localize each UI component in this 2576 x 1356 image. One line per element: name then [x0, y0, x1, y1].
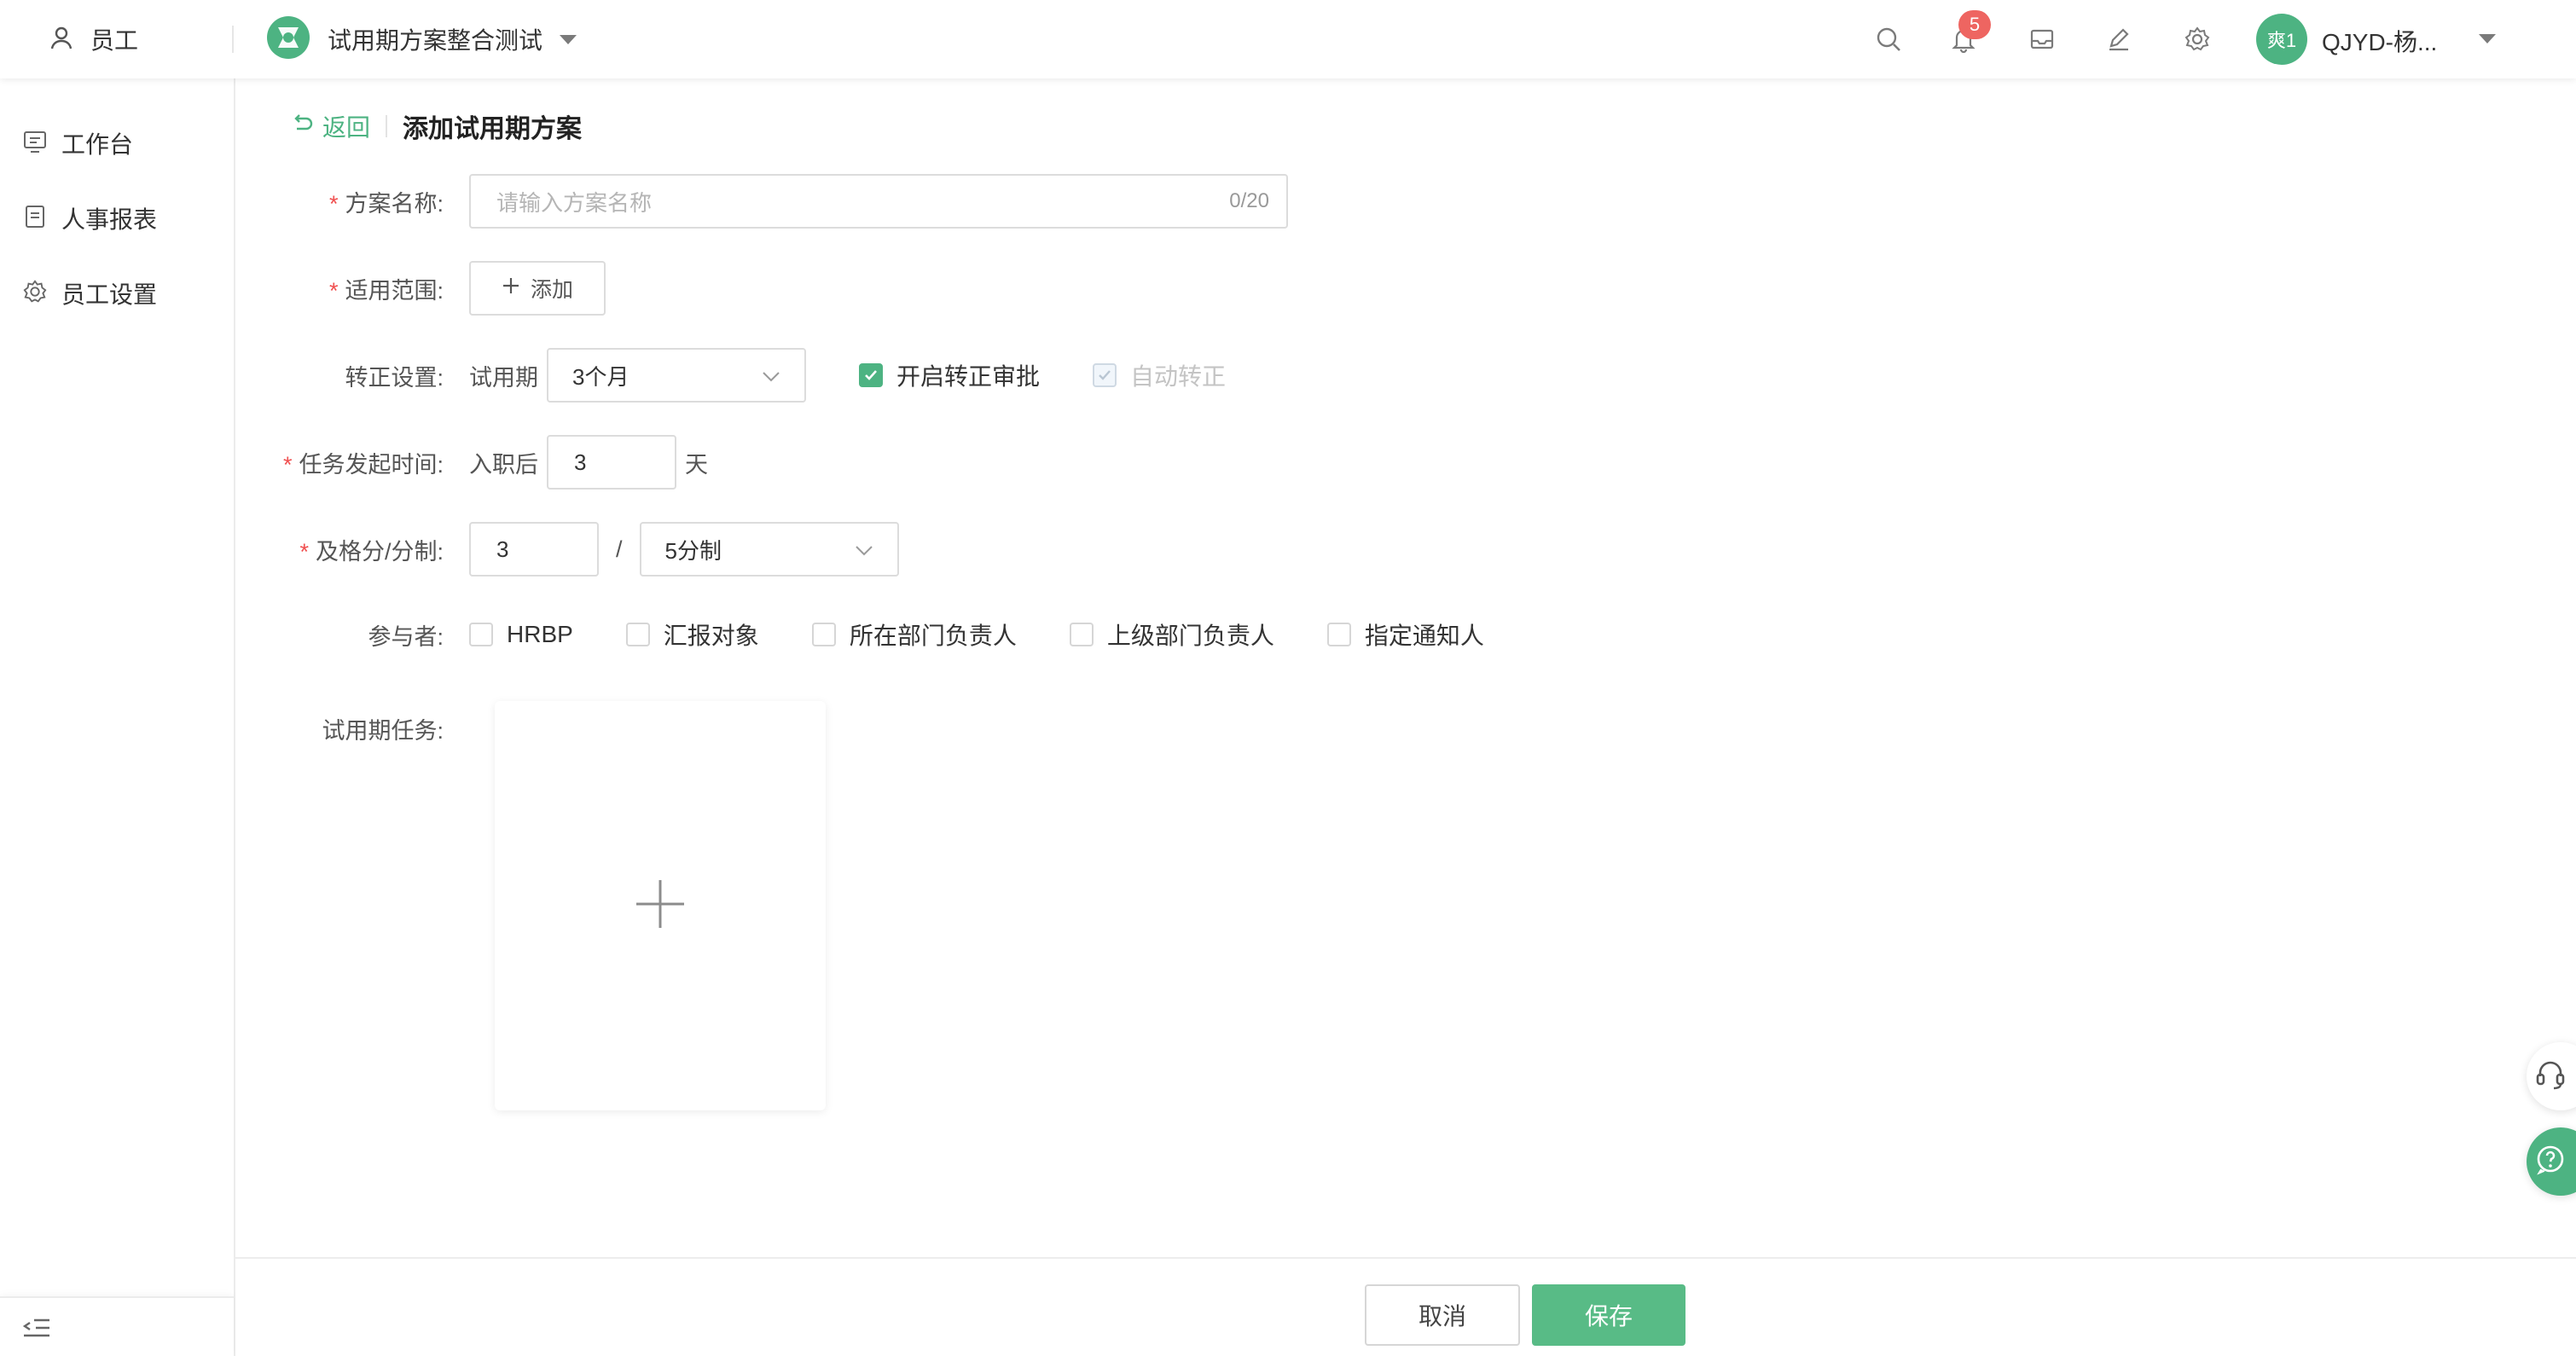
form-row-task-start: * 任务发起时间: 入职后 3 天: [256, 435, 708, 490]
avatar[interactable]: 爽1: [2256, 14, 2307, 65]
checkbox-disabled-icon: [1093, 363, 1117, 387]
approval-checkbox[interactable]: 开启转正审批: [859, 358, 1040, 392]
plus-icon: [502, 276, 520, 301]
participant-label: HRBP: [507, 621, 573, 647]
probation-period-select[interactable]: 3个月: [547, 348, 806, 403]
tasks-label: 试用期任务:: [322, 717, 444, 744]
auto-regularize-checkbox: 自动转正: [1093, 358, 1226, 392]
participant-option-report-to[interactable]: 汇报对象: [625, 617, 759, 652]
task-start-suffix: 天: [685, 451, 708, 478]
form-footer: 取消 保存: [235, 1257, 2576, 1356]
form-row-participants: 参与者: HRBP 汇报对象 所在部门负责人 上级部门负责人 指定通知人: [256, 607, 1484, 662]
chevron-down-icon: [762, 362, 780, 389]
probation-period-value: 3个月: [572, 363, 629, 390]
back-label: 返回: [322, 114, 371, 141]
sidebar: 工作台 人事报表 员工设置: [0, 78, 235, 1356]
plan-name-label: * 方案名称:: [328, 190, 444, 217]
task-start-prefix: 入职后: [469, 451, 538, 478]
customer-support-button[interactable]: [2527, 1042, 2576, 1110]
collapse-sidebar-icon[interactable]: [22, 1315, 51, 1345]
question-chat-icon: [2533, 1143, 2567, 1181]
participant-label: 汇报对象: [663, 623, 759, 649]
participant-option-notifier[interactable]: 指定通知人: [1326, 617, 1484, 652]
notification-badge: 5: [1958, 10, 1991, 39]
add-task-card[interactable]: [495, 701, 826, 1110]
project-logo-icon: [266, 15, 310, 64]
task-start-days-value: 3: [574, 449, 587, 475]
score-separator: /: [616, 536, 623, 562]
score-scale-select[interactable]: 5分制: [639, 522, 899, 577]
task-start-label: * 任务发起时间:: [282, 451, 444, 478]
score-scale-value: 5分制: [664, 537, 722, 564]
regularization-label: 转正设置:: [345, 364, 444, 391]
participant-label: 所在部门负责人: [849, 623, 1017, 649]
project-switcher[interactable]: 试用期方案整合测试: [266, 0, 577, 78]
plan-name-placeholder: 请输入方案名称: [496, 189, 653, 216]
probation-prefix: 试用期: [469, 364, 538, 391]
search-icon[interactable]: [1870, 20, 1907, 58]
project-name: 试用期方案整合测试: [328, 27, 543, 54]
add-scope-label: 添加: [530, 278, 573, 302]
checkbox-unchecked-icon: [469, 623, 493, 646]
passing-score-value: 3: [496, 536, 509, 562]
participant-label: 上级部门负责人: [1106, 623, 1274, 649]
checkbox-unchecked-icon: [1326, 623, 1351, 646]
passing-score-label: * 及格分/分制:: [299, 538, 444, 565]
plan-name-input[interactable]: 请输入方案名称 0/20: [469, 174, 1288, 229]
checkbox-unchecked-icon: [811, 623, 836, 646]
plus-icon: [633, 877, 688, 936]
sidebar-item-reports[interactable]: 人事报表: [22, 193, 157, 244]
participant-option-parent-dept-head[interactable]: 上级部门负责人: [1069, 617, 1274, 652]
module-switcher[interactable]: 员工: [48, 0, 138, 78]
passing-score-input[interactable]: 3: [469, 522, 599, 577]
top-header: 员工 试用期方案整合测试 5 爽1 QJYD-杨...: [0, 0, 2576, 78]
cancel-button[interactable]: 取消: [1365, 1284, 1520, 1346]
sidebar-item-label: 人事报表: [61, 206, 158, 233]
chevron-down-icon: [560, 34, 577, 44]
gear-icon: [22, 279, 48, 309]
participant-option-dept-head[interactable]: 所在部门负责人: [811, 617, 1017, 652]
participant-option-hrbp[interactable]: HRBP: [469, 621, 573, 648]
header-divider: [232, 26, 234, 53]
module-label: 员工: [90, 27, 139, 54]
back-link[interactable]: 返回: [290, 109, 370, 143]
sidebar-item-workbench[interactable]: 工作台: [22, 118, 133, 169]
save-button[interactable]: 保存: [1532, 1284, 1685, 1346]
sidebar-item-label: 员工设置: [61, 281, 158, 308]
username[interactable]: QJYD-杨...: [2322, 24, 2437, 58]
form-row-passing-score: * 及格分/分制: 3 / 5分制: [256, 522, 899, 577]
user-icon: [48, 24, 75, 55]
participants-label: 参与者:: [368, 623, 444, 650]
headset-icon: [2533, 1058, 2567, 1096]
checkbox-checked-icon: [859, 363, 883, 387]
char-counter: 0/20: [1229, 189, 1269, 212]
edit-icon[interactable]: [2100, 20, 2138, 58]
participant-label: 指定通知人: [1364, 623, 1484, 649]
settings-icon[interactable]: [2179, 20, 2216, 58]
report-icon: [22, 204, 48, 234]
help-chat-button[interactable]: [2527, 1127, 2576, 1196]
sidebar-footer: [0, 1296, 234, 1356]
task-start-days-input[interactable]: 3: [547, 435, 676, 490]
breadcrumb-separator: [386, 115, 388, 137]
page-title: 添加试用期方案: [403, 115, 583, 143]
form-row-tasks: 试用期任务:: [256, 701, 469, 756]
sidebar-item-employee-settings[interactable]: 员工设置: [22, 268, 157, 319]
form-row-scope: * 适用范围: 添加: [256, 261, 606, 316]
sidebar-item-label: 工作台: [61, 131, 134, 158]
form-row-regularization: 转正设置: 试用期 3个月 开启转正审批 自动转正: [256, 348, 1226, 403]
user-menu-chevron-icon[interactable]: [2479, 34, 2496, 43]
add-scope-button[interactable]: 添加: [469, 261, 606, 316]
form-row-plan-name: * 方案名称: 请输入方案名称 0/20: [256, 174, 1288, 229]
breadcrumb: 返回 添加试用期方案: [290, 109, 582, 143]
approval-label: 开启转正审批: [896, 363, 1041, 390]
checkbox-unchecked-icon: [1069, 623, 1094, 646]
auto-regularize-label: 自动转正: [1130, 363, 1227, 390]
workbench-icon: [22, 129, 48, 159]
back-arrow-icon: [290, 112, 314, 142]
chevron-down-icon: [855, 536, 873, 563]
inbox-icon[interactable]: [2023, 20, 2061, 58]
scope-label: * 适用范围:: [328, 277, 444, 304]
checkbox-unchecked-icon: [625, 623, 650, 646]
